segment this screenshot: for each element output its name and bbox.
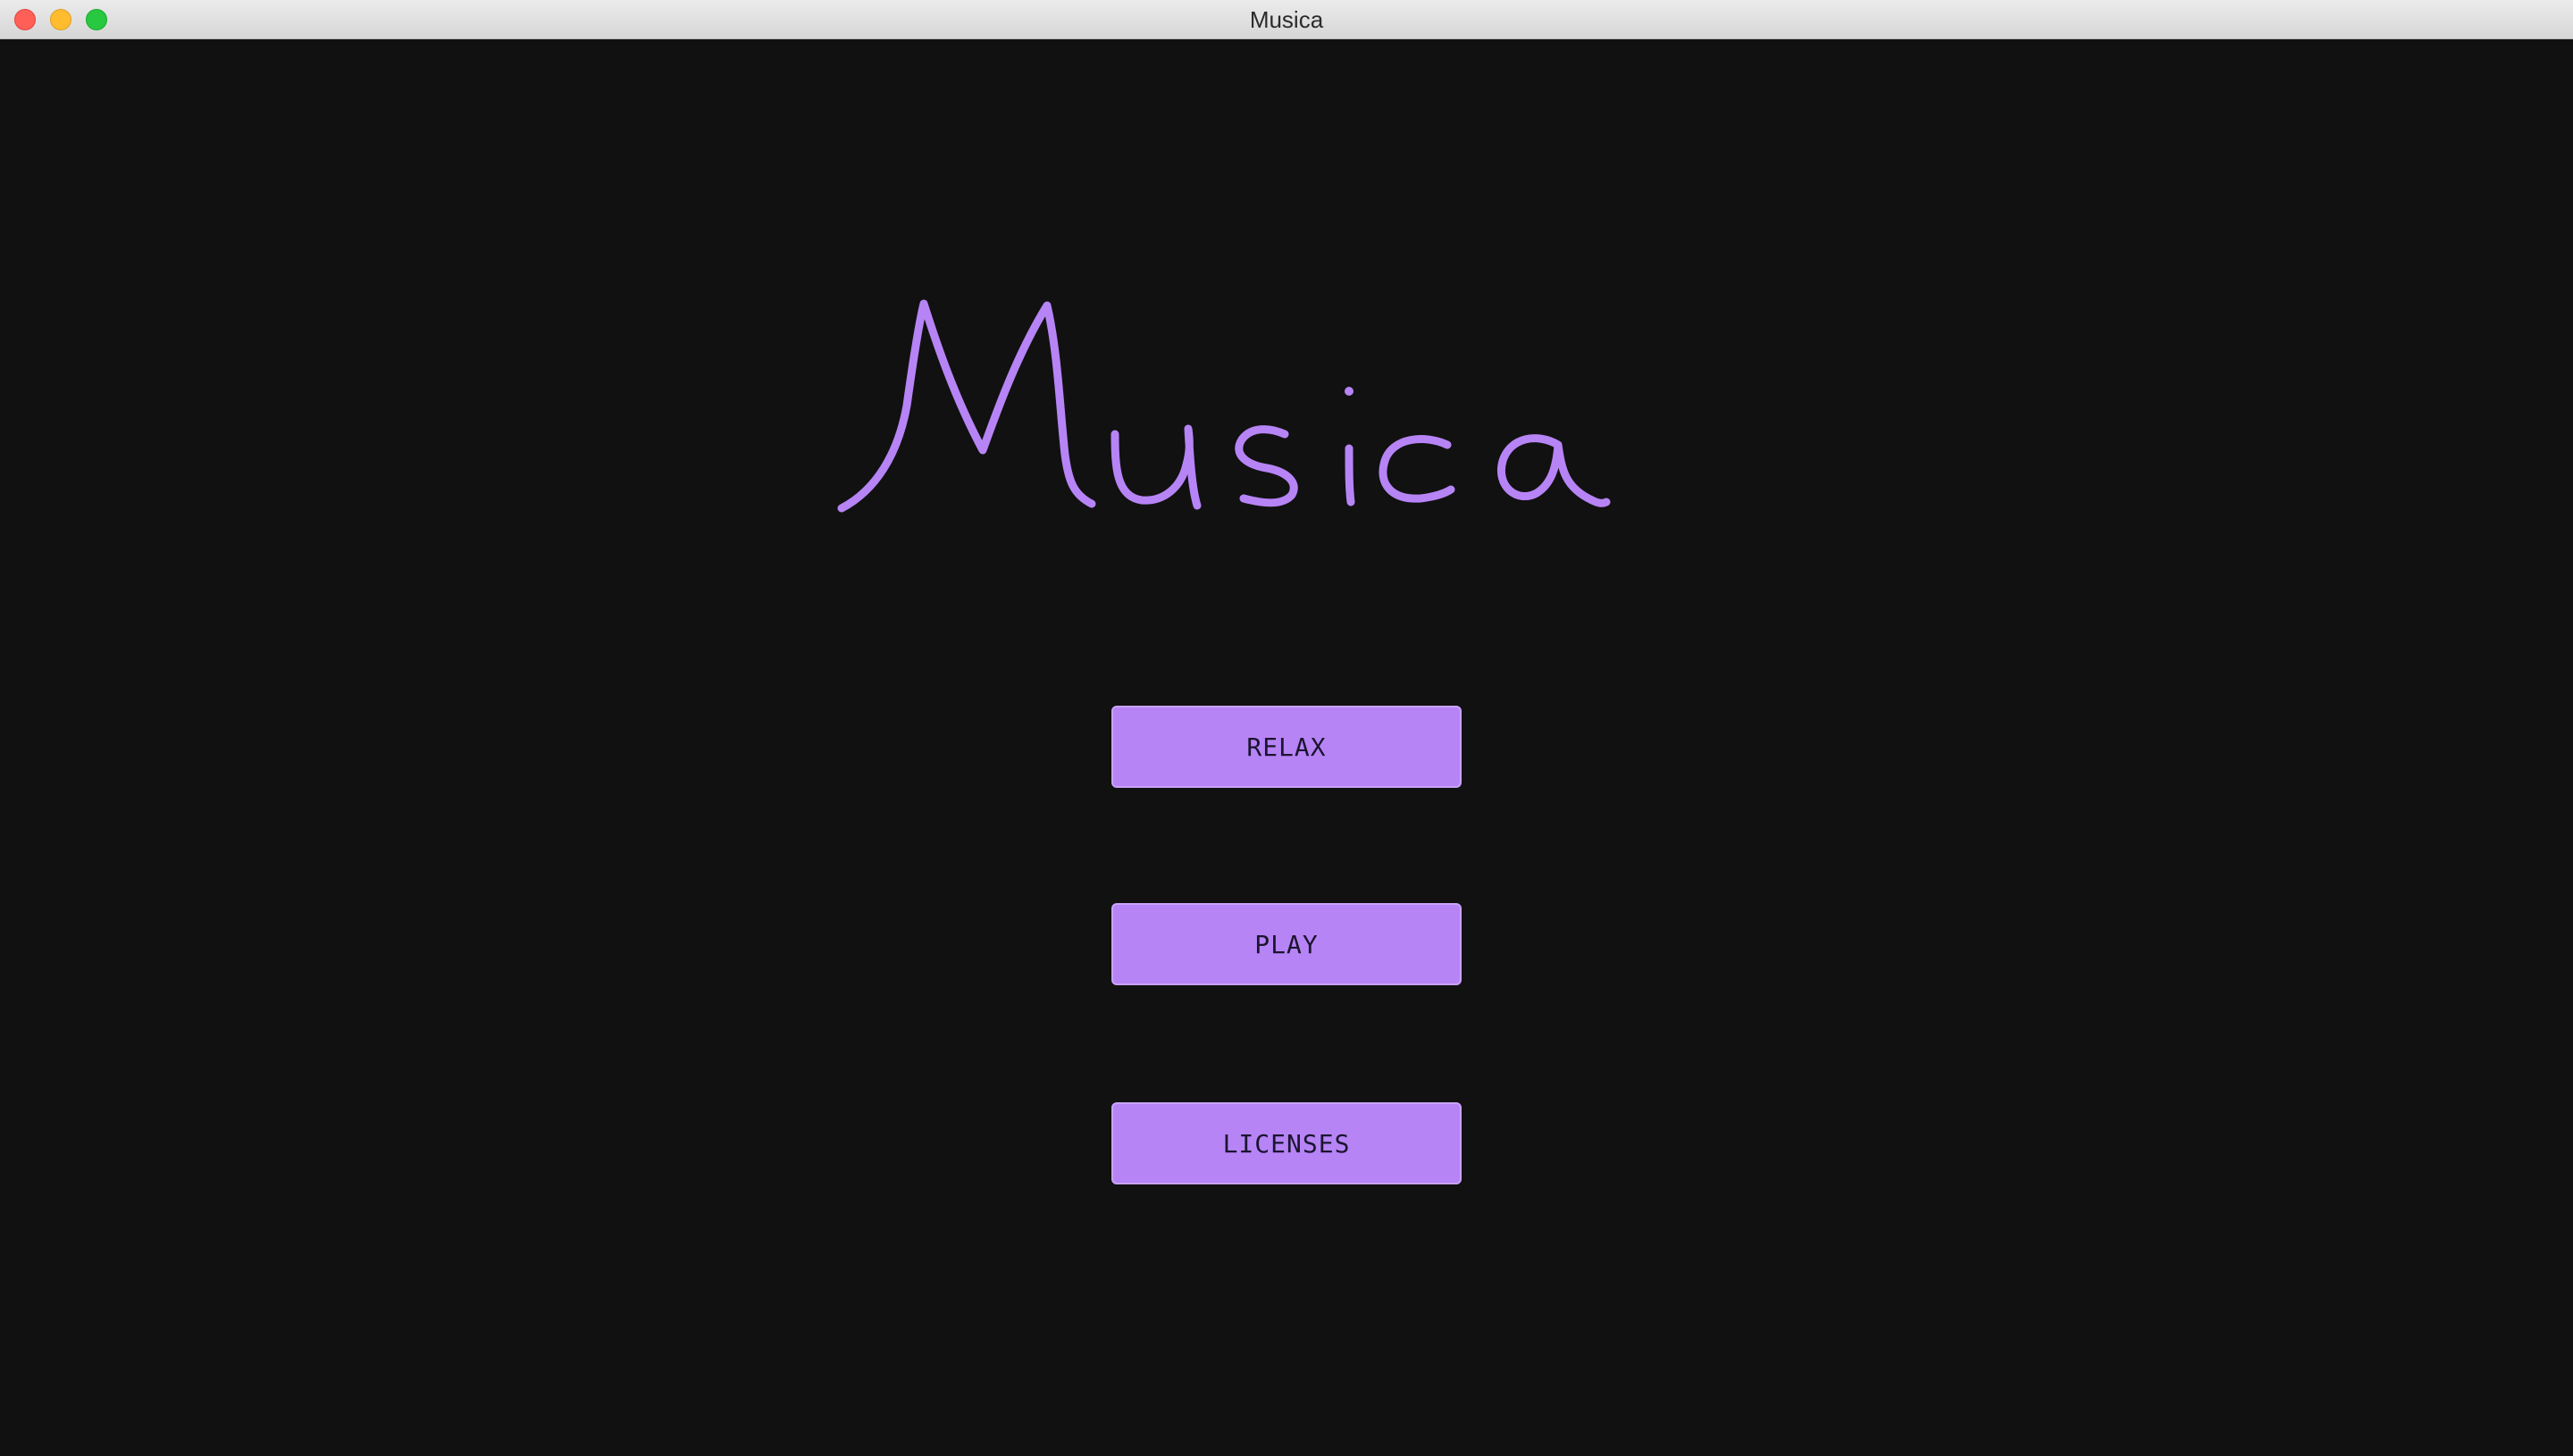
app-window: Musica Musica	[0, 0, 2573, 1456]
relax-button[interactable]: RELAX	[1111, 706, 1462, 788]
licenses-button[interactable]: LICENSES	[1111, 1102, 1462, 1184]
play-button[interactable]: PLAY	[1111, 903, 1462, 985]
main-menu: Musica RELAX	[0, 39, 2573, 1456]
handwritten-logo-image	[837, 299, 1611, 513]
musica-logo: Musica	[831, 254, 1617, 540]
title-bar[interactable]: Musica	[0, 0, 2573, 39]
window-title: Musica	[1249, 6, 1324, 33]
